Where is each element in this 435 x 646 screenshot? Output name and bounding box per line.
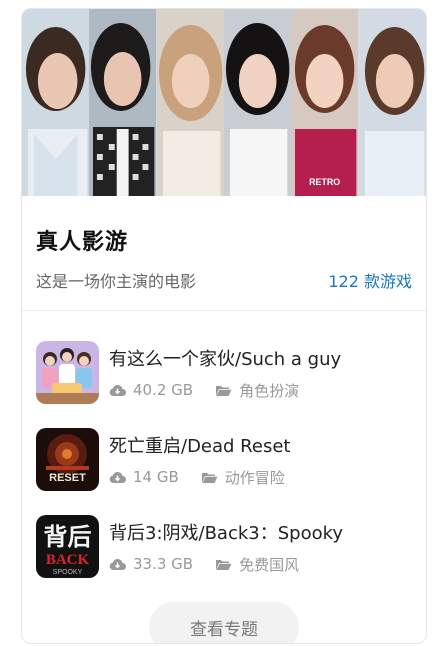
game-genre: 免费国风 — [239, 555, 300, 574]
game-title[interactable]: 死亡重启/Dead Reset — [109, 432, 290, 458]
game-title[interactable]: 有这么一个家伙/Such a guy — [109, 345, 341, 371]
game-item[interactable]: 有这么一个家伙/Such a guy 40.2 GB 角色扮演 — [36, 329, 412, 416]
game-size: 40.2 GB — [133, 381, 194, 399]
topic-card: RETRO 真人影游 这是一场你主演的电影 122 款游戏 有这么一个家伙/Su… — [21, 8, 427, 644]
game-size: 33.3 GB — [133, 555, 194, 573]
cloud-download-icon — [109, 471, 126, 483]
portrait-5: RETRO — [291, 9, 359, 196]
folder-icon — [216, 385, 232, 396]
game-thumbnail[interactable] — [36, 341, 99, 404]
banner-image[interactable]: RETRO — [22, 9, 426, 196]
game-title[interactable]: 背后3:阴戏/Back3：Spooky — [109, 519, 343, 545]
thumbnail-text: SPOOKY — [53, 569, 83, 576]
game-genre: 动作冒险 — [224, 468, 285, 487]
portrait-3 — [156, 9, 224, 196]
thumbnail-text: BACK — [46, 552, 90, 568]
game-item[interactable]: 背后 BACK SPOOKY 背后3:阴戏/Back3：Spooky 33.3 … — [36, 503, 412, 590]
folder-icon — [216, 559, 232, 570]
thumbnail-text: 背后 — [44, 523, 92, 551]
folder-icon — [201, 472, 218, 483]
view-topic-button[interactable]: 查看专题 — [149, 602, 299, 643]
game-list: 有这么一个家伙/Such a guy 40.2 GB 角色扮演 RESET 死亡… — [22, 329, 426, 590]
portrait-6 — [358, 9, 426, 196]
topic-title: 真人影游 — [36, 230, 129, 255]
game-item[interactable]: RESET 死亡重启/Dead Reset 14 GB 动作冒险 — [36, 416, 412, 503]
game-thumbnail[interactable]: 背后 BACK SPOOKY — [36, 515, 99, 578]
cloud-download-icon — [109, 558, 126, 570]
cloud-download-icon — [109, 384, 126, 396]
game-size: 14 GB — [133, 468, 179, 486]
portrait-4 — [223, 9, 292, 196]
divider — [22, 310, 426, 311]
portrait-1 — [22, 9, 90, 196]
shirt-print: RETRO — [309, 177, 340, 187]
portrait-2 — [89, 9, 157, 196]
game-count-link[interactable]: 122 款游戏 — [328, 268, 412, 292]
topic-subtitle: 这是一场你主演的电影 — [36, 272, 197, 291]
thumbnail-text: RESET — [49, 472, 86, 484]
game-genre: 角色扮演 — [239, 381, 300, 400]
game-thumbnail[interactable]: RESET — [36, 428, 99, 491]
